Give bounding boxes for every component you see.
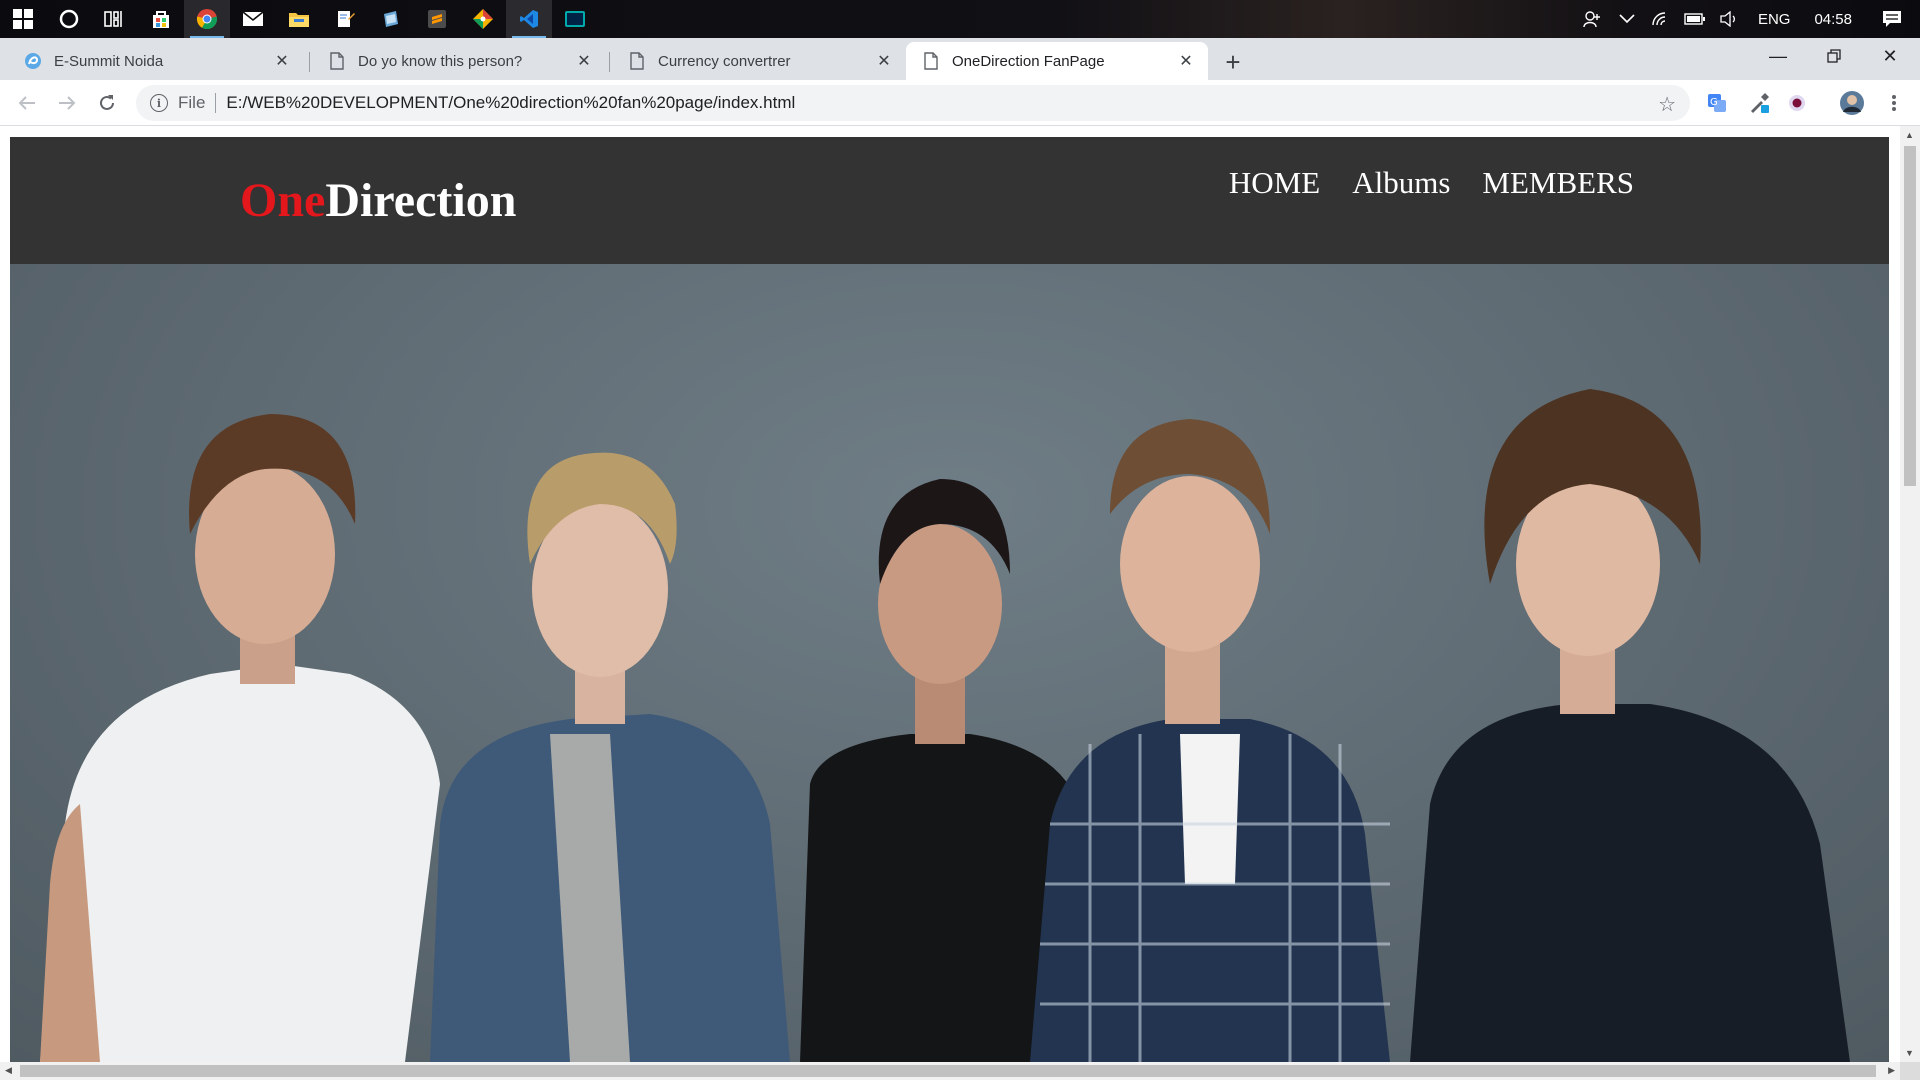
person-2 (430, 452, 790, 1062)
tab-title: Do yo know this person? (358, 52, 523, 70)
close-icon[interactable]: ✕ (272, 51, 292, 71)
new-tab-button[interactable]: + (1215, 44, 1251, 80)
notepad-icon[interactable] (322, 0, 368, 38)
scroll-up-arrow-icon[interactable]: ▲ (1905, 130, 1914, 140)
forward-button[interactable] (50, 86, 84, 120)
sublime-text-icon[interactable] (414, 0, 460, 38)
restore-button[interactable] (1806, 38, 1862, 74)
scrollbar-corner (1900, 1062, 1920, 1080)
action-center-icon[interactable] (1864, 0, 1920, 38)
page-icon (922, 52, 940, 70)
e-summit-favicon-icon (24, 52, 42, 70)
color-picker-extension-icon[interactable] (1745, 89, 1773, 117)
logo-accent: One (240, 174, 326, 227)
back-button[interactable] (10, 86, 44, 120)
info-icon[interactable]: i (150, 94, 168, 112)
page-viewport: OneDirection HOME Albums MEMBERS (0, 126, 1900, 1062)
task-view-icon[interactable] (92, 0, 138, 38)
nav-members-link[interactable]: MEMBERS (1482, 165, 1634, 201)
mail-icon[interactable] (230, 0, 276, 38)
app-blue-icon[interactable] (368, 0, 414, 38)
cortana-icon[interactable] (46, 0, 92, 38)
horizontal-scroll-thumb[interactable] (20, 1065, 1876, 1077)
translate-extension-icon[interactable]: G (1703, 89, 1731, 117)
tab-e-summit[interactable]: E-Summit Noida ✕ (8, 42, 304, 80)
site-nav: HOME Albums MEMBERS (1229, 165, 1634, 201)
tab-divider (609, 52, 610, 72)
system-tray: ENG 04:58 (1576, 0, 1920, 38)
minimize-button[interactable]: — (1750, 38, 1806, 74)
horizontal-scrollbar[interactable]: ◀ ▶ (0, 1062, 1900, 1080)
close-icon[interactable]: ✕ (874, 51, 894, 71)
chrome-icon[interactable] (184, 0, 230, 38)
person-1 (40, 414, 440, 1062)
nav-albums-link[interactable]: Albums (1352, 165, 1450, 201)
tab-title: E-Summit Noida (54, 52, 164, 70)
hero-band-photo (10, 264, 1889, 1062)
address-bar[interactable]: i File E:/WEB%20DEVELOPMENT/One%20direct… (136, 85, 1690, 121)
url-scheme: File (178, 93, 206, 112)
battery-icon[interactable] (1678, 0, 1712, 38)
people-icon[interactable] (1576, 0, 1610, 38)
person-5 (1410, 389, 1850, 1062)
file-explorer-icon[interactable] (276, 0, 322, 38)
scroll-right-arrow-icon[interactable]: ▶ (1888, 1065, 1895, 1076)
band-photo-illustration (40, 389, 1850, 1062)
vertical-scroll-thumb[interactable] (1904, 146, 1916, 486)
logo-rest: Direction (325, 174, 517, 227)
record-extension-icon[interactable] (1783, 89, 1811, 117)
reload-button[interactable] (90, 86, 124, 120)
store-icon[interactable] (138, 0, 184, 38)
page-icon (628, 52, 646, 70)
site-logo[interactable]: OneDirection (240, 173, 516, 228)
tab-currency-converter[interactable]: Currency convertrer ✕ (612, 42, 906, 80)
tab-title: Currency convertrer (658, 52, 791, 70)
browser-toolbar: i File E:/WEB%20DEVELOPMENT/One%20direct… (0, 80, 1920, 126)
language-indicator[interactable]: ENG (1746, 11, 1803, 28)
nav-home-link[interactable]: HOME (1229, 165, 1320, 201)
scroll-left-arrow-icon[interactable]: ◀ (5, 1065, 12, 1076)
page-icon (328, 52, 346, 70)
windows-start-icon[interactable] (0, 0, 46, 38)
url-divider (215, 93, 217, 113)
site-header: OneDirection HOME Albums MEMBERS (10, 137, 1889, 264)
tab-do-you-know[interactable]: Do yo know this person? ✕ (312, 42, 606, 80)
clock[interactable]: 04:58 (1802, 11, 1864, 28)
wifi-icon[interactable] (1644, 0, 1678, 38)
chevron-up-icon[interactable] (1610, 0, 1644, 38)
url-text[interactable]: E:/WEB%20DEVELOPMENT/One%20direction%20f… (226, 93, 795, 113)
tab-strip: E-Summit Noida ✕ Do yo know this person?… (0, 38, 1920, 80)
tab-title: OneDirection FanPage (952, 52, 1105, 70)
vscode-icon[interactable] (506, 0, 552, 38)
volume-icon[interactable] (1712, 0, 1746, 38)
windows-taskbar: ENG 04:58 (0, 0, 1920, 38)
svg-text:G: G (1710, 97, 1718, 108)
bookmark-star-icon[interactable]: ☆ (1658, 92, 1676, 117)
tab-onedirection-fanpage[interactable]: OneDirection FanPage ✕ (906, 42, 1208, 80)
avatar[interactable] (1838, 89, 1866, 117)
tab-divider (309, 52, 310, 72)
git-icon[interactable] (460, 0, 506, 38)
close-window-button[interactable]: ✕ (1862, 38, 1918, 74)
scroll-down-arrow-icon[interactable]: ▼ (1905, 1048, 1914, 1058)
menu-kebab-icon[interactable] (1880, 89, 1908, 117)
close-icon[interactable]: ✕ (574, 51, 594, 71)
close-icon[interactable]: ✕ (1176, 51, 1196, 71)
terminal-icon[interactable] (552, 0, 598, 38)
vertical-scrollbar[interactable]: ▲ ▼ (1900, 126, 1920, 1062)
person-4 (1030, 419, 1390, 1062)
